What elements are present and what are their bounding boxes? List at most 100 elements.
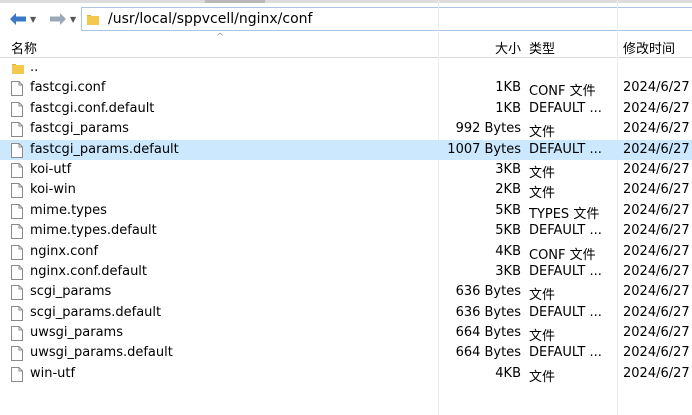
file-row[interactable]: win-utf 4KB 文件 2024/6/27 — [0, 364, 692, 385]
file-row[interactable]: nginx.conf 4KB CONF 文件 2024/6/27 — [0, 242, 692, 263]
file-icon — [11, 101, 23, 117]
file-name: mime.types.default — [30, 223, 157, 239]
file-list: .. fastcgi.conf 1KB CONF 文件 2024/6/27 fastcg… — [0, 58, 692, 385]
file-modified: 2024/6/27 — [623, 121, 690, 137]
sort-caret-icon: ^ — [216, 32, 225, 43]
file-modified: 2024/6/27 — [623, 263, 690, 279]
file-size: 636 Bytes — [455, 284, 521, 300]
folder-icon — [87, 15, 99, 25]
file-modified: 2024/6/27 — [623, 243, 690, 259]
file-modified: 2024/6/27 — [623, 223, 690, 239]
file-row[interactable]: fastcgi.conf.default 1KB DEFAULT ... 2024/6… — [0, 99, 692, 119]
file-size: 2KB — [495, 182, 521, 198]
file-type: CONF 文件 — [529, 247, 596, 263]
file-name: .. — [30, 60, 39, 75]
file-size: 1KB — [495, 100, 521, 116]
file-type: 文件 — [529, 288, 556, 304]
column-header: ^ 名称 大小 类型 修改时间 — [0, 32, 692, 58]
file-icon — [11, 183, 23, 199]
file-size: 1KB — [495, 80, 521, 96]
file-name: fastcgi.conf — [30, 80, 106, 96]
forward-arrow-icon — [50, 13, 66, 25]
file-row[interactable]: fastcgi_params.default 1007 Bytes DEFAULT … — [0, 139, 692, 160]
file-modified: 2024/6/27 — [623, 100, 690, 116]
file-modified: 2024/6/27 — [623, 141, 690, 157]
file-type: DEFAULT ... — [529, 345, 602, 361]
file-modified: 2024/6/27 — [623, 345, 690, 361]
file-name: fastcgi_params.default — [30, 141, 179, 157]
file-type: DEFAULT ... — [529, 223, 602, 239]
file-type: 文件 — [529, 329, 556, 345]
top-edge — [0, 0, 692, 3]
file-icon — [11, 122, 23, 138]
back-dropdown-icon[interactable]: ▼ — [30, 15, 36, 24]
file-size: 636 Bytes — [455, 304, 521, 320]
path-bar: ▼ ▼ /usr/local/sppvcell/nginx/conf — [0, 6, 692, 32]
file-type: DEFAULT ... — [529, 141, 602, 157]
file-modified: 2024/6/27 — [623, 202, 690, 218]
file-name: uwsgi_params — [30, 325, 123, 341]
file-modified: 2024/6/27 — [623, 80, 690, 96]
file-row[interactable]: fastcgi_params 992 Bytes 文件 2024/6/27 — [0, 119, 692, 141]
file-row[interactable]: mime.types.default 5KB DEFAULT ... 2024/6/2… — [0, 221, 692, 241]
file-icon — [11, 366, 23, 382]
file-type: 文件 — [529, 369, 556, 385]
file-icon — [11, 203, 23, 219]
forward-dropdown-icon[interactable]: ▼ — [70, 15, 76, 24]
file-name: nginx.conf.default — [30, 263, 148, 279]
file-icon — [11, 224, 23, 240]
file-modified: 2024/6/27 — [623, 161, 690, 177]
file-icon — [11, 142, 23, 158]
forward-button[interactable]: ▼ — [48, 9, 76, 29]
file-row[interactable]: mime.types 5KB TYPES 文件 2024/6/27 — [0, 201, 692, 222]
file-modified: 2024/6/27 — [623, 182, 690, 198]
file-size: 664 Bytes — [455, 345, 521, 361]
file-size: 1007 Bytes — [447, 141, 521, 157]
file-size: 5KB — [495, 202, 521, 218]
file-type: DEFAULT ... — [529, 263, 602, 279]
file-name: uwsgi_params.default — [30, 345, 173, 361]
file-icon — [11, 346, 23, 362]
file-row[interactable]: scgi_params.default 636 Bytes DEFAULT ... 2… — [0, 303, 692, 323]
file-row[interactable]: koi-utf 3KB 文件 2024/6/27 — [0, 160, 692, 181]
file-name: mime.types — [30, 202, 107, 218]
file-name: scgi_params — [30, 284, 112, 300]
file-name: scgi_params.default — [30, 304, 162, 320]
column-header-modified[interactable]: 修改时间 — [623, 38, 675, 57]
file-size: 4KB — [495, 243, 521, 259]
path-text: /usr/local/sppvcell/nginx/conf — [108, 11, 313, 27]
file-row[interactable]: scgi_params 636 Bytes 文件 2024/6/27 — [0, 282, 692, 304]
file-row[interactable]: koi-win 2KB 文件 2024/6/27 — [0, 180, 692, 202]
file-icon — [11, 81, 23, 97]
file-type: CONF 文件 — [529, 84, 596, 100]
file-size: 3KB — [495, 161, 521, 177]
file-size: 5KB — [495, 223, 521, 239]
file-name: fastcgi.conf.default — [30, 100, 155, 116]
file-icon — [11, 162, 23, 178]
back-arrow-icon — [10, 13, 26, 25]
file-type: 文件 — [529, 186, 556, 202]
column-header-size[interactable]: 大小 — [495, 38, 521, 57]
file-type: 文件 — [529, 165, 556, 181]
file-row[interactable]: nginx.conf.default 3KB DEFAULT ... 2024/6/2… — [0, 262, 692, 282]
back-button[interactable]: ▼ — [8, 9, 36, 29]
file-type: 文件 — [529, 125, 556, 141]
file-row[interactable]: fastcgi.conf 1KB CONF 文件 2024/6/27 — [0, 78, 692, 100]
file-row[interactable]: uwsgi_params 664 Bytes 文件 2024/6/27 — [0, 323, 692, 345]
file-name: win-utf — [30, 365, 76, 381]
parent-folder-row[interactable]: .. — [0, 58, 692, 78]
file-icon — [11, 305, 23, 321]
file-size: 664 Bytes — [455, 325, 521, 341]
file-size: 3KB — [495, 263, 521, 279]
file-row[interactable]: uwsgi_params.default 664 Bytes DEFAULT ...… — [0, 343, 692, 363]
file-modified: 2024/6/27 — [623, 284, 690, 300]
file-type: TYPES 文件 — [529, 206, 600, 222]
column-header-type[interactable]: 类型 — [529, 38, 555, 57]
file-name: koi-utf — [30, 161, 72, 177]
file-type: DEFAULT ... — [529, 304, 602, 320]
file-icon — [11, 244, 23, 260]
column-header-name[interactable]: 名称 — [11, 38, 37, 57]
path-input[interactable]: /usr/local/sppvcell/nginx/conf — [81, 7, 692, 31]
top-tab-edge — [205, 0, 265, 3]
file-name: nginx.conf — [30, 243, 99, 259]
